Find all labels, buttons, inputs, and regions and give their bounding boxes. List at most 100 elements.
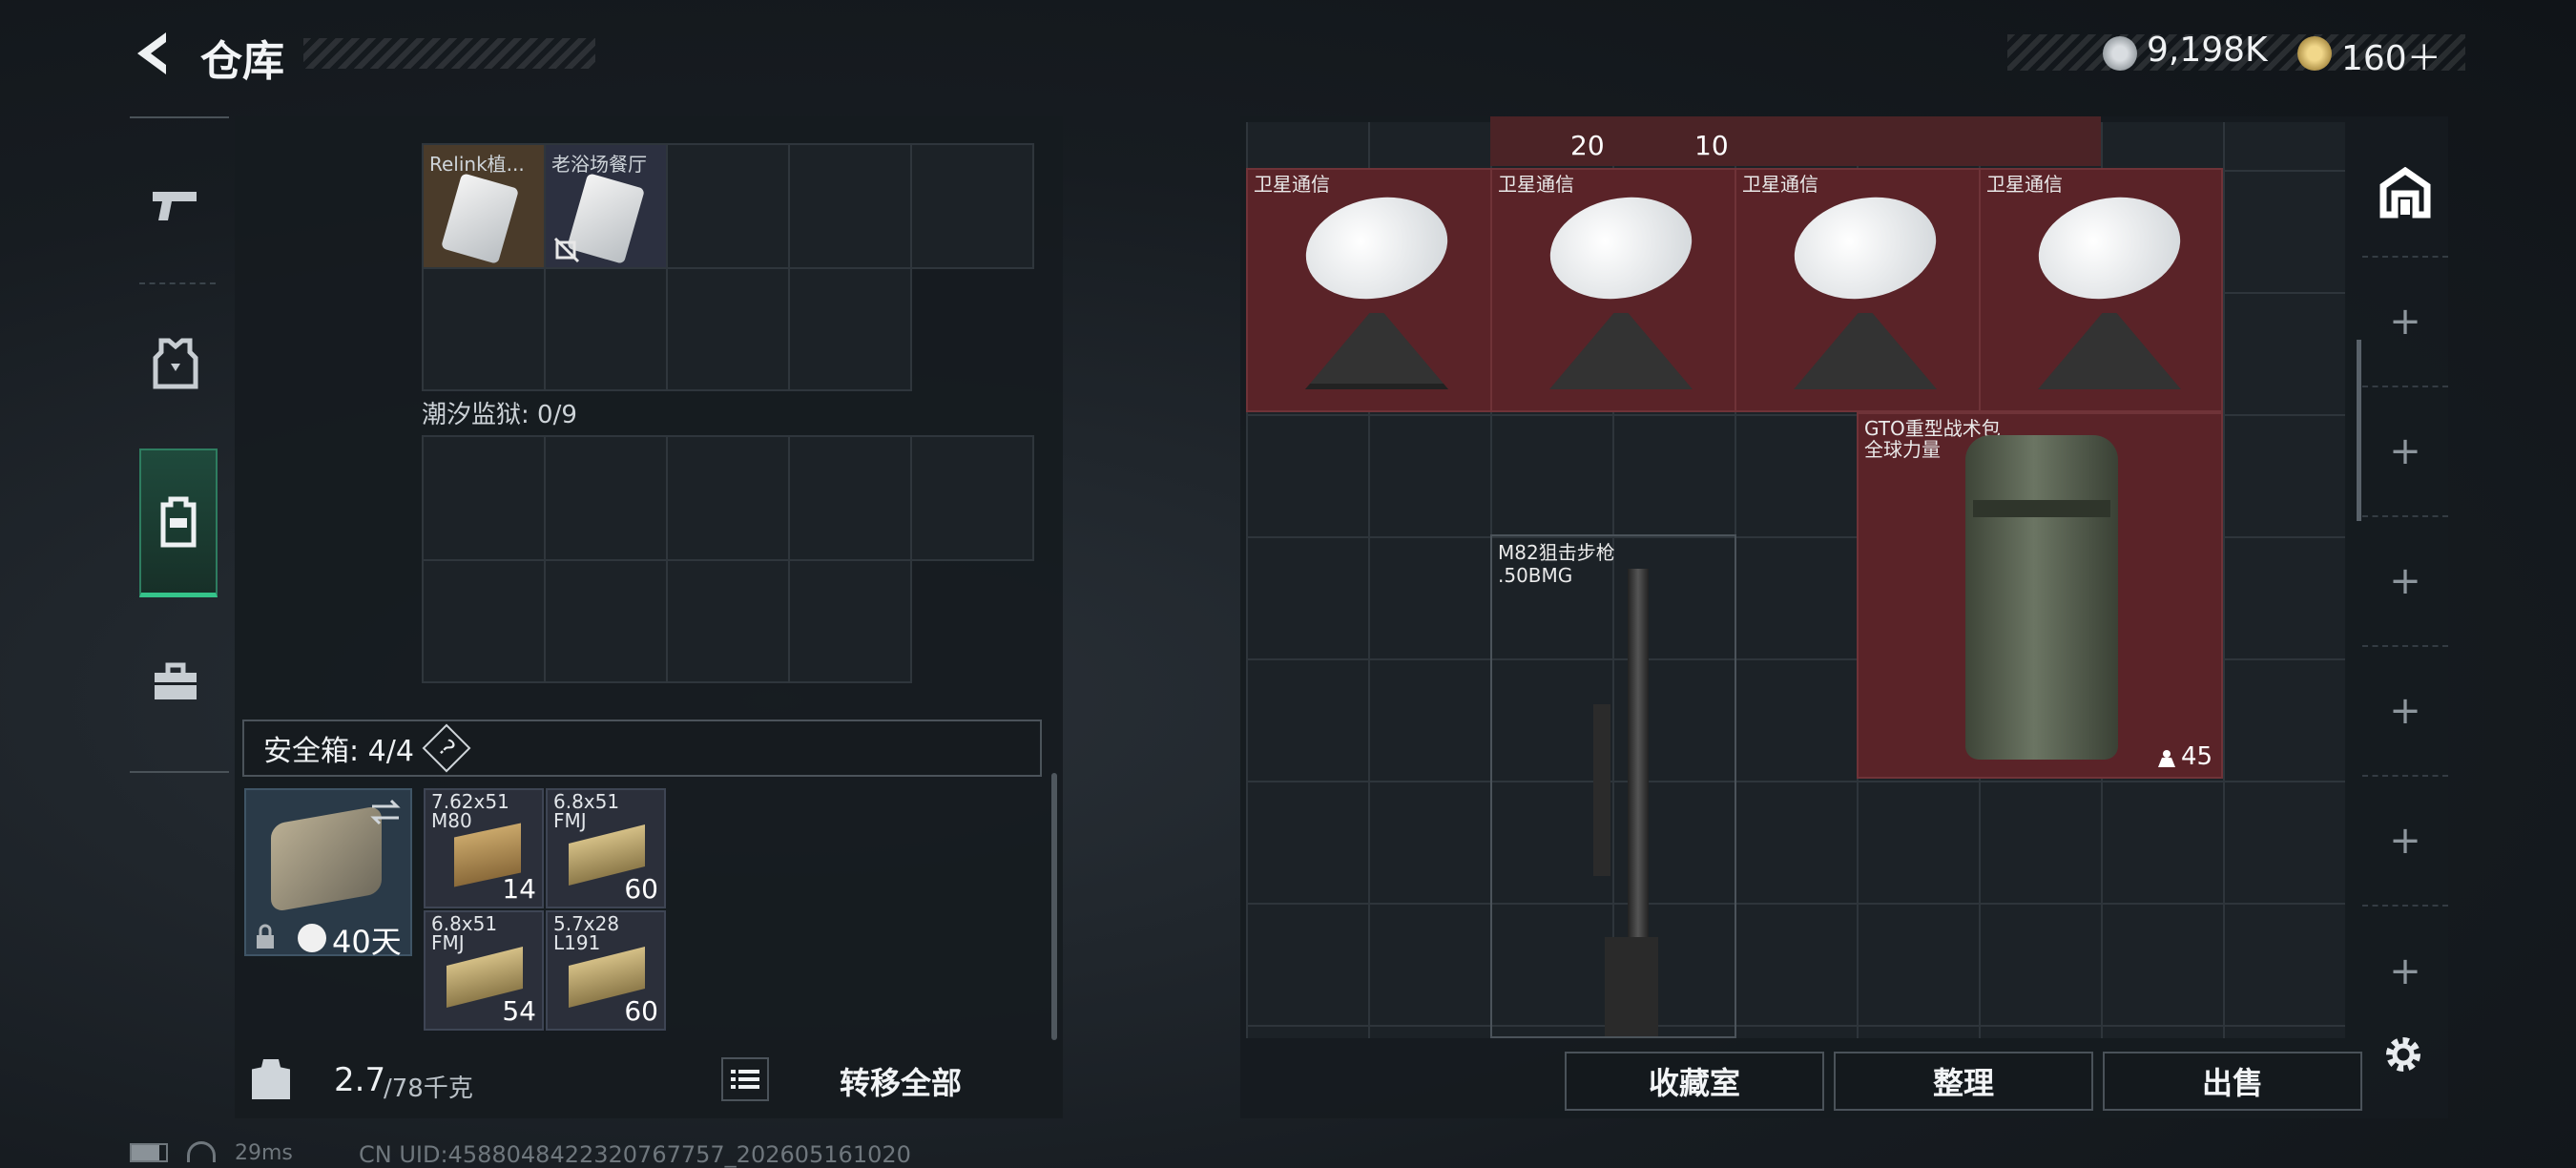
ammo-count: 60 (624, 873, 658, 905)
wifi-icon (187, 1141, 216, 1162)
nav-backpack[interactable] (139, 448, 218, 597)
ammo-count: 14 (502, 873, 536, 905)
plus-icon: + (2389, 429, 2421, 473)
right-scrollbar[interactable] (2357, 340, 2361, 521)
organize-button[interactable]: 整理 (1834, 1052, 2093, 1111)
safe-box-timer: 40天 (332, 924, 402, 960)
grid-slot[interactable] (788, 559, 912, 683)
nav-tools[interactable] (130, 611, 221, 754)
ammo-item[interactable]: 6.8x51 FMJ 60 (546, 788, 666, 908)
satellite-stand-icon (2038, 313, 2181, 389)
sell-button[interactable]: 出售 (2103, 1052, 2362, 1111)
satellite-dish-icon (1540, 184, 1702, 312)
container-title: 潮汐监狱: 0/9 (422, 401, 577, 429)
add-warehouse-button[interactable]: + (2362, 777, 2448, 907)
gold-coin-icon (2297, 36, 2332, 71)
weight-max: /78千克 (384, 1074, 473, 1103)
item-name: 卫星通信 (1254, 173, 1330, 196)
grid-slot[interactable] (788, 143, 912, 269)
grid-slot[interactable] (666, 435, 790, 561)
battery-icon (130, 1143, 168, 1162)
add-warehouse-button[interactable]: + (2362, 387, 2448, 517)
item-name: 卫星通信 (1986, 173, 2063, 196)
grid-slot[interactable] (422, 267, 546, 391)
ammo-name: 5.7x28 L191 (553, 912, 620, 954)
uid-text: CN UID:4588048422320767757_202605161020 (359, 1141, 911, 1168)
list-view-button[interactable] (721, 1057, 769, 1101)
grid-slot[interactable] (544, 559, 668, 683)
list-icon (731, 1070, 759, 1089)
backpack-strap-icon (1973, 500, 2110, 517)
pistol-icon (153, 192, 197, 220)
item-subtitle: .50BMG (1498, 564, 1573, 587)
help-button[interactable]: ? (422, 723, 471, 773)
ammo-item[interactable]: 6.8x51 FMJ 54 (424, 910, 544, 1031)
item-name: M82狙击步枪 (1498, 541, 1615, 564)
grid-slot[interactable] (422, 435, 546, 561)
tactical-backpack-icon (1965, 435, 2118, 760)
item-subtitle: 全球力量 (1864, 438, 1941, 461)
plus-icon: + (2389, 559, 2421, 603)
collection-room-button[interactable]: 收藏室 (1565, 1052, 1824, 1111)
grid-slot[interactable] (544, 267, 668, 391)
grid-slot[interactable] (788, 267, 912, 391)
satellite-item[interactable]: 卫星通信 (1735, 168, 1981, 412)
add-warehouse-button[interactable]: + (2362, 907, 2448, 1036)
toolbox-icon (155, 662, 197, 699)
grid-slot[interactable] (666, 559, 790, 683)
item-name: 老浴场餐厅 (551, 153, 647, 176)
safe-case-icon (271, 804, 382, 913)
plus-icon: + (2389, 949, 2421, 993)
lock-icon (257, 924, 274, 949)
ammo-item[interactable]: 7.62x51 M80 14 (424, 788, 544, 908)
grid-slot[interactable] (666, 143, 790, 269)
grid-slot[interactable] (910, 143, 1034, 269)
nav-armor[interactable] (130, 292, 221, 435)
nav-home-vault[interactable] (2362, 130, 2448, 258)
silver-coin-icon (2103, 36, 2137, 71)
satellite-dish-icon (1784, 184, 1946, 312)
back-button[interactable] (126, 25, 183, 82)
satellite-item[interactable]: 卫星通信 (1246, 168, 1492, 412)
silver-currency-value: 9,198K (2147, 31, 2268, 70)
grid-slot[interactable] (788, 435, 912, 561)
item-count: 10 (1694, 130, 1729, 161)
item-count: 20 (1570, 130, 1605, 161)
safe-box-slot[interactable]: 40天 (244, 788, 412, 960)
rifle-item[interactable]: M82狙击步枪 .50BMG (1490, 534, 1736, 1038)
gold-currency-value[interactable]: 160＋ (2341, 31, 2441, 80)
add-warehouse-button[interactable]: + (2362, 258, 2448, 387)
no-signal-icon (553, 237, 580, 263)
swap-icon[interactable] (368, 798, 403, 826)
add-warehouse-button[interactable]: + (2362, 647, 2448, 777)
backpack-item[interactable]: GTO重型战术包 全球力量 45 (1857, 412, 2223, 779)
satellite-stand-icon (1794, 313, 1937, 389)
nav-weapons[interactable] (130, 134, 221, 277)
inventory-item[interactable]: 老浴场餐厅 (546, 145, 666, 267)
inventory-item[interactable]: Relink植... (424, 145, 544, 267)
satellite-item[interactable]: 卫星通信 (1979, 168, 2223, 412)
grid-slot[interactable] (910, 435, 1034, 561)
ammo-item[interactable]: 5.7x28 L191 60 (546, 910, 666, 1031)
weight-current: 2.7 (334, 1061, 386, 1099)
transfer-all-button[interactable]: 转移全部 (840, 1059, 962, 1103)
plus-icon: + (2389, 689, 2421, 733)
left-scrollbar[interactable] (1051, 773, 1057, 1040)
ammo-count: 60 (624, 995, 658, 1027)
armor-icon (153, 338, 198, 389)
ping-text: 29ms (235, 1141, 293, 1165)
grid-slot[interactable] (422, 559, 546, 683)
grid-slot[interactable] (666, 267, 790, 391)
add-warehouse-button[interactable]: + (2362, 517, 2448, 647)
page-title: 仓库 (200, 37, 284, 86)
ammo-name: 6.8x51 FMJ (553, 790, 620, 832)
satellite-stand-icon (1305, 313, 1448, 389)
satellite-item[interactable]: 卫星通信 (1490, 168, 1736, 412)
satellite-dish-icon (1296, 184, 1458, 312)
gear-icon (2386, 1037, 2420, 1072)
nav-divider (139, 282, 216, 284)
ammo-count: 54 (502, 995, 536, 1027)
settings-button[interactable] (2379, 1031, 2427, 1078)
title-decoration (303, 38, 595, 69)
grid-slot[interactable] (544, 435, 668, 561)
